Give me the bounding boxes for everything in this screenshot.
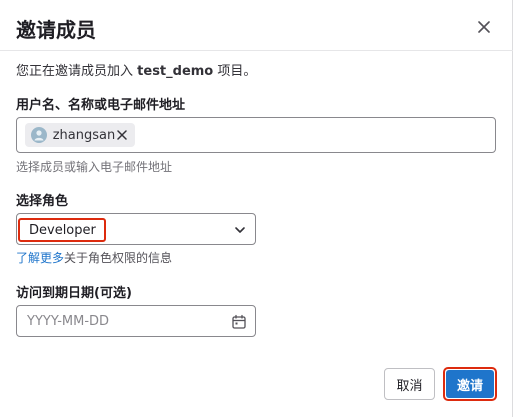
member-token: zhangsan — [25, 123, 135, 147]
role-permissions-help: 了解更多关于角色权限的信息 — [16, 249, 172, 266]
close-icon — [478, 21, 490, 33]
project-name: test_demo — [137, 64, 214, 79]
dialog-title: 邀请成员 — [16, 18, 96, 42]
invite-button[interactable]: 邀请 — [446, 370, 494, 398]
user-avatar — [31, 127, 47, 143]
date-placeholder: YYYY-MM-DD — [27, 314, 110, 329]
expiration-date-input[interactable]: YYYY-MM-DD — [16, 305, 256, 337]
invite-button-highlight: 邀请 — [443, 367, 497, 401]
remove-token-button[interactable] — [115, 128, 129, 142]
cancel-button[interactable]: 取消 — [384, 368, 435, 400]
members-input[interactable]: zhangsan — [16, 117, 496, 153]
expiration-label: 访问到期日期(可选) — [16, 286, 132, 301]
role-select[interactable]: Developer — [16, 213, 256, 245]
intro-text: 您正在邀请成员加入 test_demo 项目。 — [16, 60, 256, 79]
learn-more-link[interactable]: 了解更多 — [16, 251, 64, 265]
members-label: 用户名、名称或电子邮件地址 — [16, 98, 186, 113]
invite-members-dialog: 邀请成员 您正在邀请成员加入 test_demo 项目。 用户名、名称或电子邮件… — [0, 0, 513, 417]
member-token-label: zhangsan — [52, 127, 116, 143]
close-icon — [117, 130, 127, 140]
members-help-text: 选择成员或输入电子邮件地址 — [16, 160, 173, 174]
header-divider — [0, 50, 513, 51]
role-label: 选择角色 — [16, 194, 69, 209]
close-button[interactable] — [474, 17, 494, 37]
learn-more-suffix: 关于角色权限的信息 — [64, 251, 173, 265]
intro-prefix: 您正在邀请成员加入 — [16, 64, 134, 79]
calendar-icon[interactable] — [231, 314, 247, 330]
intro-suffix: 项目。 — [217, 64, 257, 79]
role-selected-value: Developer — [18, 218, 106, 242]
chevron-down-icon — [235, 227, 245, 233]
